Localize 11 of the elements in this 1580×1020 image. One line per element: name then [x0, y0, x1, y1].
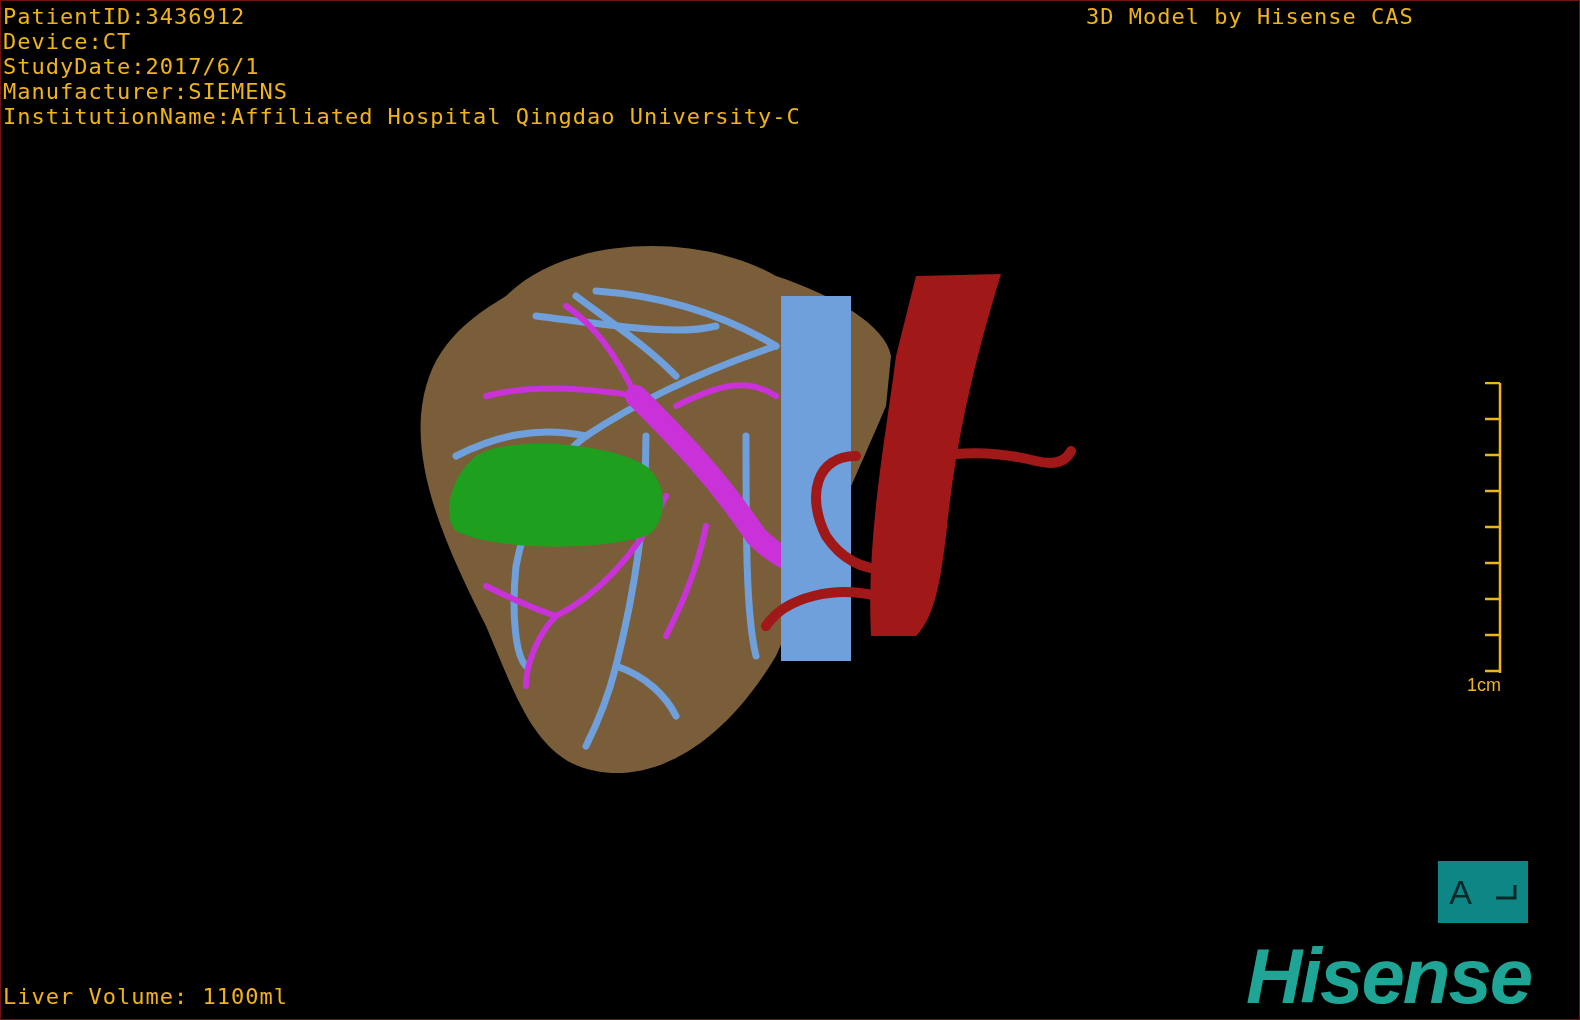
patient-info-text: Device:CT	[3, 29, 133, 54]
patient-info-text: PatientID:3436912	[3, 4, 247, 29]
scale-label: 1cm	[1467, 674, 1501, 696]
model-credit-text: 3D Model by Hisense CAS	[1086, 4, 1414, 29]
patient-info-text: Manufacturer:SIEMENS	[3, 79, 289, 104]
liver-volume-text: Liver Volume: 1100ml	[3, 984, 288, 1009]
corner-icon	[1494, 884, 1517, 900]
patient-info-text: InstitutionName:Affiliated Hospital Qingdao University-C	[3, 104, 801, 129]
orientation-label: A	[1449, 872, 1472, 912]
patient-info-text: StudyDate:2017/6/1	[3, 54, 261, 79]
brand-logo: Hisense	[1246, 936, 1532, 1016]
